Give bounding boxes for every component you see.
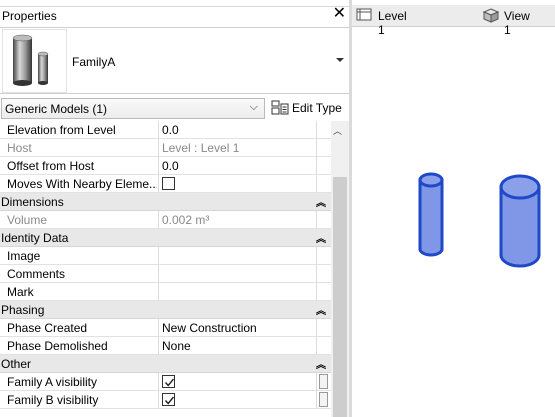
associate-parameter-button[interactable] (319, 392, 328, 407)
property-name: Phase Demolished (7, 339, 108, 353)
column-separator (316, 373, 317, 391)
family-b-cylinder[interactable] (499, 174, 541, 268)
property-row[interactable]: Phase Demolished None (0, 337, 331, 355)
model-canvas[interactable] (352, 27, 555, 417)
edit-type-button[interactable]: Edit Type (270, 98, 344, 119)
family-a-cylinder[interactable] (418, 172, 444, 257)
column-separator (316, 139, 317, 157)
group-header-identity-data[interactable]: Identity Data ︽ (0, 229, 331, 247)
group-header-label: Dimensions (1, 195, 64, 209)
property-row[interactable]: Family B visibility (0, 391, 331, 409)
column-separator (158, 319, 159, 337)
property-value[interactable]: None (162, 339, 191, 353)
column-separator (316, 337, 317, 355)
column-separator (316, 121, 317, 139)
collapse-icon[interactable]: ︽ (316, 194, 326, 209)
category-filter-dropdown[interactable]: Generic Models (1) ⌵ (1, 98, 265, 119)
property-value[interactable]: 0.0 (162, 159, 179, 173)
property-name: Elevation from Level (7, 123, 116, 137)
column-separator (316, 283, 317, 301)
edit-type-icon (271, 100, 289, 115)
chevron-down-icon: ⌵ (249, 101, 258, 113)
property-row[interactable]: Image (0, 247, 331, 265)
column-separator (158, 139, 159, 157)
group-header-phasing[interactable]: Phasing ︽ (0, 301, 331, 319)
column-separator (158, 373, 159, 391)
column-separator (158, 391, 159, 409)
category-filter-value: Generic Models (1) (5, 102, 108, 116)
property-row[interactable]: Family A visibility (0, 373, 331, 391)
edit-type-label: Edit Type (292, 101, 342, 115)
property-row[interactable]: Mark (0, 283, 331, 301)
collapse-icon[interactable]: ︽ (316, 230, 326, 245)
column-separator (158, 283, 159, 301)
properties-scrollbar[interactable]: ︿ (331, 121, 349, 417)
column-separator (158, 247, 159, 265)
column-separator (316, 265, 317, 283)
associate-parameter-button[interactable] (319, 374, 328, 389)
properties-panel: Properties ✕ FamilyA Generic Models (1) … (0, 0, 349, 417)
family-type-name: FamilyA (72, 55, 116, 69)
group-header-label: Identity Data (1, 231, 69, 245)
property-row[interactable]: Moves With Nearby Eleme... (0, 175, 331, 193)
properties-title: Properties (2, 9, 57, 23)
property-value: Level : Level 1 (162, 141, 240, 155)
property-name: Comments (7, 267, 66, 281)
property-name: Family A visibility (7, 375, 98, 389)
property-name: Family B visibility (7, 393, 99, 407)
column-separator (316, 247, 317, 265)
column-separator (158, 175, 159, 193)
column-separator (316, 391, 317, 409)
group-header-label: Phasing (1, 303, 45, 317)
floor-plan-icon (356, 8, 372, 21)
property-name: Volume (7, 213, 48, 227)
scroll-up-icon[interactable]: ︿ (333, 124, 342, 137)
property-name: Image (7, 249, 41, 263)
column-separator (316, 319, 317, 337)
column-separator (316, 157, 317, 175)
column-separator (158, 211, 159, 229)
property-name: Mark (7, 285, 34, 299)
column-separator (158, 265, 159, 283)
column-separator (316, 175, 317, 193)
group-header-other[interactable]: Other ︽ (0, 355, 331, 373)
column-separator (316, 211, 317, 229)
column-separator (158, 121, 159, 139)
property-checkbox[interactable] (162, 375, 175, 388)
family-preview-image (2, 29, 67, 93)
collapse-icon[interactable]: ︽ (316, 356, 326, 371)
type-dropdown-arrow-icon[interactable] (336, 58, 344, 62)
property-value[interactable]: 0.0 (162, 123, 179, 137)
scrollbar-thumb[interactable] (333, 177, 347, 417)
view-tab-bar: Level 1 View 1 (352, 5, 555, 37)
property-name: Moves With Nearby Eleme... (7, 177, 157, 191)
properties-filter-row: Generic Models (1) ⌵ Edit Type (0, 97, 349, 121)
properties-title-bar: Properties ✕ (0, 5, 349, 26)
property-name: Offset from Host (7, 159, 95, 173)
group-header-dimensions[interactable]: Dimensions ︽ (0, 193, 331, 211)
property-row[interactable]: Comments (0, 265, 331, 283)
collapse-icon[interactable]: ︽ (316, 302, 326, 317)
property-row[interactable]: Volume 0.002 m³ (0, 211, 331, 229)
property-checkbox[interactable] (162, 177, 175, 190)
property-row[interactable]: Offset from Host 0.0 (0, 157, 331, 175)
property-value: 0.002 m³ (162, 213, 210, 227)
column-separator (158, 337, 159, 355)
3d-view-icon (482, 8, 500, 23)
property-value[interactable]: New Construction (162, 321, 257, 335)
type-selector[interactable]: FamilyA (0, 27, 349, 94)
property-name: Host (7, 141, 32, 155)
close-icon[interactable]: ✕ (333, 5, 346, 23)
property-row[interactable]: Phase Created New Construction (0, 319, 331, 337)
property-row[interactable]: Host Level : Level 1 (0, 139, 331, 157)
property-name: Phase Created (7, 321, 88, 335)
group-header-label: Other (1, 357, 32, 371)
3d-viewport[interactable]: Level 1 View 1 (352, 0, 555, 417)
property-checkbox[interactable] (162, 393, 175, 406)
property-row[interactable]: Elevation from Level 0.0 (0, 121, 331, 139)
column-separator (158, 157, 159, 175)
